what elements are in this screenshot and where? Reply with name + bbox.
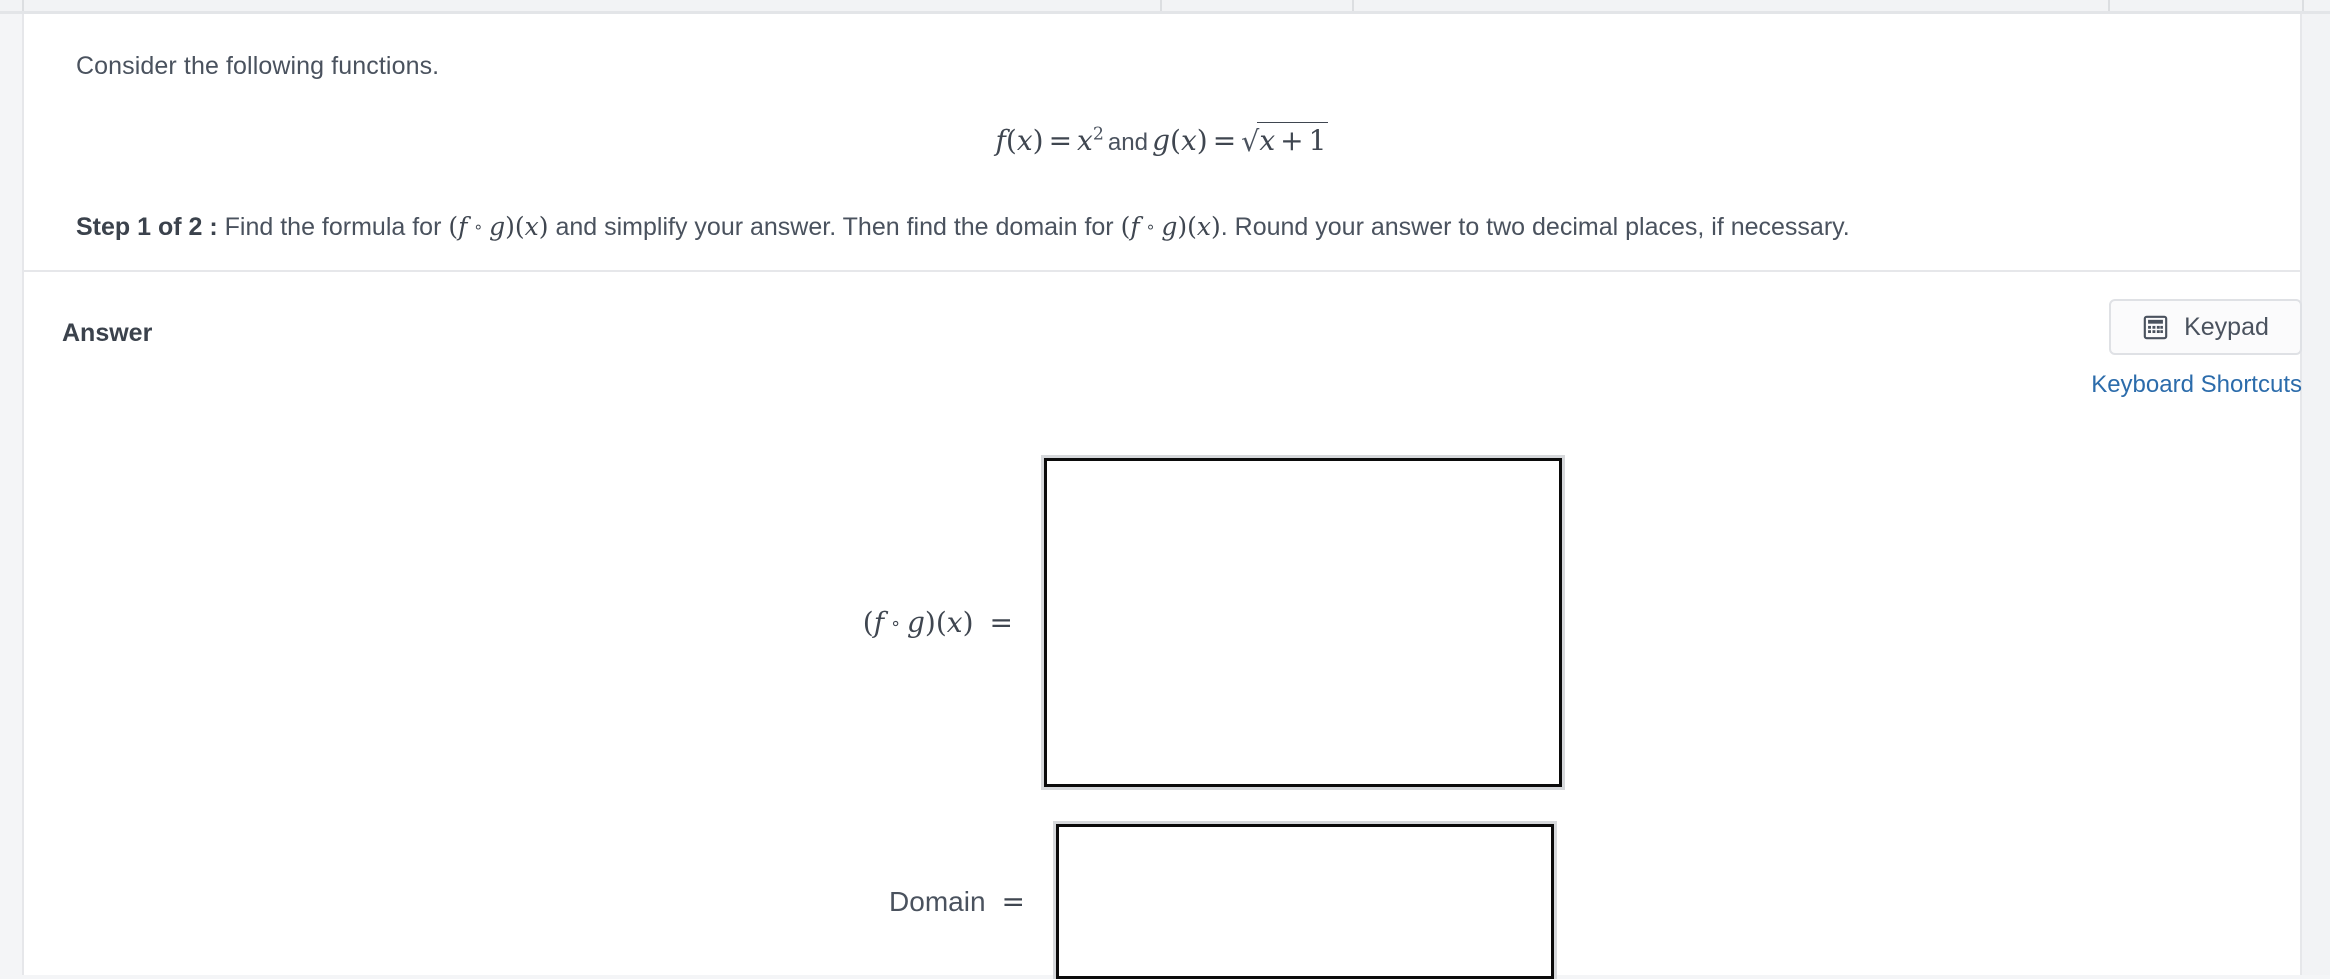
column-divider <box>2108 0 2110 11</box>
composition-expression-2: (f ∘ g)(x) <box>1120 212 1221 241</box>
comp1-paren-close: ) <box>505 212 515 241</box>
comp1-f: f <box>458 212 468 241</box>
comp1-arg-close: ) <box>538 212 549 241</box>
radicand-constant: 1 <box>1308 124 1327 157</box>
answer-heading: Answer <box>62 319 153 347</box>
comp3-arg-close: ) <box>962 606 974 639</box>
step-label: Step 1 of 2 : <box>76 213 218 241</box>
composition-answer-input[interactable] <box>1041 455 1565 790</box>
composition-expression-answer: (f ∘ g)(x) <box>862 606 974 639</box>
formula-paren-open: ( <box>1005 124 1017 157</box>
square-root-expression: √x +1 <box>1241 122 1329 158</box>
given-functions-formula: f(x) = x2 and g(x) = √x +1 <box>24 122 2300 158</box>
step-text-part-1: Find the formula for <box>224 213 442 241</box>
step-text-part-3: . Round your answer to two decimal place… <box>1220 213 1850 241</box>
formula-f-name: f <box>995 124 1006 157</box>
comp3-paren-close: ) <box>924 606 936 639</box>
page-root: Consider the following functions. f(x) = x… <box>0 0 2330 979</box>
composition-answer-label: (f ∘ g)(x) = <box>863 606 1044 639</box>
comp1-g: g <box>489 212 506 241</box>
comp3-arg: x <box>946 606 963 639</box>
right-scroll-gutter[interactable] <box>2302 14 2330 975</box>
comp2-arg-close: ) <box>1210 212 1221 241</box>
question-prompt: Consider the following functions. <box>76 52 440 80</box>
formula-g-paren-close: ) <box>1196 124 1208 157</box>
keypad-button-label: Keypad <box>2184 312 2269 341</box>
problem-card: Consider the following functions. f(x) = x… <box>22 14 2302 979</box>
column-divider <box>1160 0 1162 11</box>
formula-paren-close: ) <box>1032 124 1044 157</box>
answer-section: Answer Keypad Keyboard Shortcuts (f ∘ g)… <box>24 272 2302 979</box>
comp2-ring-operator: ∘ <box>1145 218 1156 237</box>
radicand-variable: x <box>1259 124 1276 157</box>
domain-answer-input[interactable] <box>1053 821 1557 979</box>
formula-equals-1: = <box>1048 124 1073 157</box>
domain-answer-label: Domain = <box>889 885 1056 918</box>
question-section: Consider the following functions. f(x) = x… <box>24 14 2300 272</box>
comp3-f: f <box>873 606 885 639</box>
comp3-ring-operator: ∘ <box>890 613 901 634</box>
step-text-part-2: and simplify your answer. Then find the … <box>555 213 1114 241</box>
formula-g-name: g <box>1152 124 1171 157</box>
comp2-f: f <box>1130 212 1140 241</box>
keypad-button[interactable]: Keypad <box>2109 299 2302 355</box>
composition-equals-sign: = <box>989 606 1013 639</box>
column-divider <box>22 0 24 11</box>
formula-f-arg: x <box>1016 124 1033 157</box>
formula-f-exponent: 2 <box>1092 124 1104 145</box>
column-divider <box>2302 0 2304 11</box>
composition-expression-1: (f ∘ g)(x) <box>448 212 549 241</box>
comp1-paren-open: ( <box>448 212 459 241</box>
domain-label-text: Domain <box>889 886 986 917</box>
comp1-arg: x <box>524 212 539 241</box>
comp3-arg-open: ( <box>935 606 947 639</box>
comp2-paren-open: ( <box>1120 212 1131 241</box>
formula-g-arg: x <box>1180 124 1197 157</box>
comp1-arg-open: ( <box>514 212 525 241</box>
comp2-g: g <box>1161 212 1178 241</box>
radicand: x +1 <box>1257 122 1329 157</box>
left-gutter <box>0 14 22 975</box>
formula-g-paren-open: ( <box>1170 124 1181 157</box>
formula-f-body: x <box>1077 124 1093 157</box>
formula-conjunction: and <box>1107 129 1149 156</box>
domain-equals-sign: = <box>1001 885 1025 918</box>
comp3-paren-open: ( <box>862 606 874 639</box>
radicand-operator: + <box>1280 124 1304 157</box>
comp2-arg: x <box>1196 212 1211 241</box>
comp2-arg-open: ( <box>1187 212 1197 241</box>
keyboard-shortcuts-link[interactable]: Keyboard Shortcuts <box>2039 371 2302 399</box>
domain-answer-row: Domain = <box>24 821 1557 979</box>
calculator-icon <box>2142 314 2169 341</box>
composition-answer-row: (f ∘ g)(x) = <box>24 455 1565 790</box>
top-table-strip <box>0 0 2330 14</box>
comp2-paren-close: ) <box>1177 212 1188 241</box>
radical-sign-icon: √ <box>1241 124 1260 158</box>
column-divider <box>1352 0 1354 11</box>
comp3-g: g <box>906 606 925 639</box>
formula-equals-2: = <box>1212 124 1237 157</box>
step-instruction: Step 1 of 2 : Find the formula for (f ∘ g)… <box>76 212 1850 242</box>
comp1-ring-operator: ∘ <box>473 218 484 237</box>
